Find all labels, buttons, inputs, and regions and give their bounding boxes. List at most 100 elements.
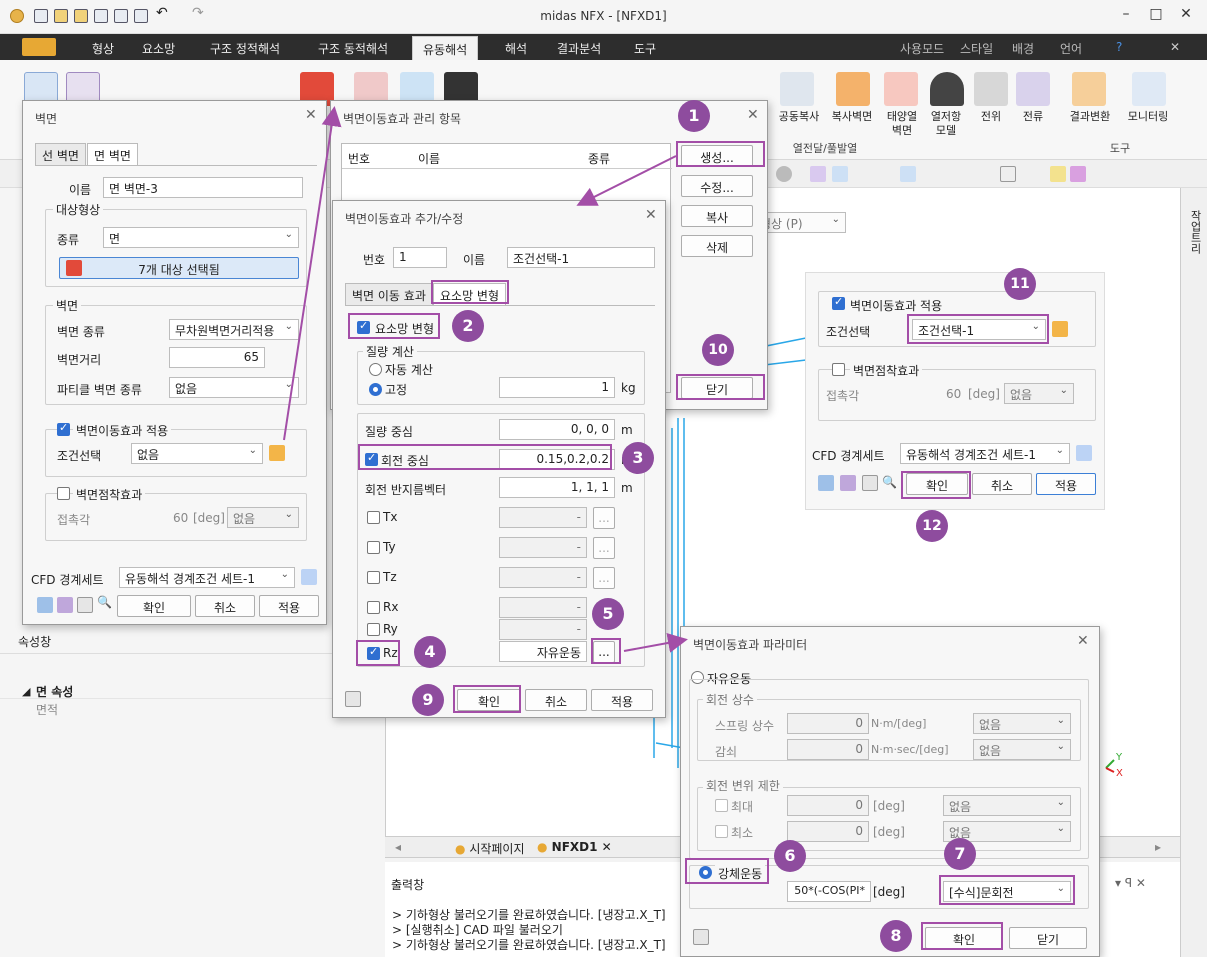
formula-input[interactable]: 50*(-COS(PI*: [787, 881, 871, 902]
radius-input[interactable]: 1, 1, 1: [499, 477, 615, 498]
max-input[interactable]: 0: [787, 795, 869, 816]
condition-edit-icon[interactable]: [269, 445, 285, 461]
ribbon-cavity-icon[interactable]: [780, 72, 814, 106]
type-select[interactable]: 면 ⌄: [103, 227, 299, 248]
particle-select[interactable]: 없음 ⌄: [169, 377, 299, 398]
right-cancel-button[interactable]: 취소: [972, 473, 1032, 495]
menu-cfd[interactable]: 유동해석: [412, 36, 479, 60]
dof-tz-input[interactable]: -: [499, 567, 587, 588]
panel-tool-icon-1[interactable]: [818, 475, 834, 491]
min-input[interactable]: 0: [787, 821, 869, 842]
view-icon-2[interactable]: [832, 166, 848, 182]
condition-edit-icon[interactable]: [1052, 321, 1068, 337]
dof-rx-input[interactable]: -: [499, 597, 587, 618]
copy-button[interactable]: 복사: [681, 205, 753, 227]
add-dialog-close-icon[interactable]: ✕: [645, 207, 657, 223]
cfd-icon[interactable]: [345, 691, 361, 707]
menu-tools[interactable]: 도구: [634, 40, 656, 57]
gear-icon[interactable]: [776, 166, 792, 182]
axis-icon[interactable]: [1050, 166, 1066, 182]
dof-ty-checkbox[interactable]: [367, 541, 380, 554]
modify-button[interactable]: 수정...: [681, 175, 753, 197]
wall-ok-button[interactable]: 확인: [117, 595, 191, 617]
dof-ty-more-button[interactable]: ...: [593, 537, 615, 559]
menu-result[interactable]: 결과분석: [557, 40, 601, 57]
spring-input[interactable]: 0: [787, 713, 869, 734]
dof-tx-checkbox[interactable]: [367, 511, 380, 524]
display-icon[interactable]: [900, 166, 916, 182]
dof-rx-checkbox[interactable]: [367, 601, 380, 614]
dof-ry-input[interactable]: -: [499, 619, 587, 640]
right-apply-button[interactable]: 적용: [1036, 473, 1096, 495]
tab-nfxd1[interactable]: ● NFXD1 ✕: [537, 840, 612, 854]
ribbon-thermal-icon[interactable]: [930, 72, 964, 106]
menu-shape[interactable]: 형상: [92, 40, 114, 57]
menu-style[interactable]: 스타일: [960, 40, 993, 57]
manage-dialog-close-icon[interactable]: ✕: [747, 107, 759, 123]
menu-language[interactable]: 언어: [1060, 40, 1082, 57]
wall-type-select[interactable]: 무차원벽면거리적용 ⌄: [169, 319, 299, 340]
grid-icon[interactable]: [1000, 166, 1016, 182]
min-checkbox[interactable]: [715, 825, 728, 838]
dof-tz-more-button[interactable]: ...: [593, 567, 615, 589]
menu-user-mode[interactable]: 사용모드: [900, 40, 944, 57]
wall-distance-input[interactable]: 65: [169, 347, 265, 368]
panel-tool-icon-2[interactable]: [840, 475, 856, 491]
menu-dynamic[interactable]: 구조 동적해석: [318, 40, 388, 57]
mass-input[interactable]: 1: [499, 377, 615, 398]
cfd-icon[interactable]: [862, 475, 878, 491]
tab-scroll-left-icon[interactable]: ◂: [395, 840, 401, 854]
work-tree-tab[interactable]: 작업트리: [1187, 210, 1203, 254]
cfd-icon[interactable]: [77, 597, 93, 613]
max-checkbox[interactable]: [715, 799, 728, 812]
condition-select[interactable]: 없음 ⌄: [131, 443, 263, 464]
param-dialog-close-icon[interactable]: ✕: [1077, 633, 1089, 649]
highlight-icon[interactable]: [1070, 166, 1086, 182]
cfd-set-select[interactable]: 유동해석 경계조건 세트-1 ⌄: [900, 443, 1070, 464]
menu-static[interactable]: 구조 정적해석: [210, 40, 280, 57]
app-menu-icon[interactable]: [22, 38, 56, 56]
number-input[interactable]: 1: [393, 247, 447, 268]
ribbon-potential-icon[interactable]: [974, 72, 1008, 106]
view-icon[interactable]: [810, 166, 826, 182]
dof-tx-more-button[interactable]: ...: [593, 507, 615, 529]
wall-cancel-button[interactable]: 취소: [195, 595, 255, 617]
max-select[interactable]: 없음 ⌄: [943, 795, 1071, 816]
close-window-icon[interactable]: ✕: [1176, 6, 1196, 22]
ribbon-solar-icon[interactable]: [884, 72, 918, 106]
adhesion-checkbox[interactable]: [57, 487, 70, 500]
dof-tx-input[interactable]: -: [499, 507, 587, 528]
dof-rz-input[interactable]: 자유운동: [499, 641, 587, 662]
ribbon-copy-wall-icon[interactable]: [836, 72, 870, 106]
tab-face-wall[interactable]: 면 벽면: [87, 143, 138, 165]
tab-scroll-right-icon[interactable]: ▸: [1155, 840, 1161, 854]
add-cancel-button[interactable]: 취소: [525, 689, 587, 711]
tab-line-wall[interactable]: 선 벽면: [35, 143, 86, 165]
tab-wall-motion[interactable]: 벽면 이동 효과: [345, 283, 433, 305]
menu-mesh[interactable]: 요소망: [142, 40, 175, 57]
name-input[interactable]: 면 벽면-3: [103, 177, 303, 198]
cfd-icon[interactable]: [693, 929, 709, 945]
add-apply-button[interactable]: 적용: [591, 689, 653, 711]
contact-angle-select[interactable]: 없음 ⌄: [227, 507, 299, 528]
name-input[interactable]: 조건선택-1: [507, 247, 655, 268]
tab-start-page[interactable]: ● 시작페이지: [455, 840, 525, 857]
mdi-close-icon[interactable]: ✕: [1170, 40, 1180, 54]
menu-background[interactable]: 배경: [1012, 40, 1034, 57]
dialog-tool-icon-2[interactable]: [57, 597, 73, 613]
dof-ty-input[interactable]: -: [499, 537, 587, 558]
search-icon[interactable]: 🔍: [97, 595, 113, 611]
delete-button[interactable]: 삭제: [681, 235, 753, 257]
adhesion-checkbox[interactable]: [832, 363, 845, 376]
contact-angle-select[interactable]: 없음 ⌄: [1004, 383, 1074, 404]
help-icon[interactable]: ?: [1116, 40, 1122, 54]
damping-select[interactable]: 없음 ⌄: [973, 739, 1071, 760]
motion-apply-checkbox[interactable]: [832, 295, 845, 310]
dialog-tool-icon-1[interactable]: [37, 597, 53, 613]
param-close-button[interactable]: 닫기: [1009, 927, 1087, 949]
cfd-set-icon[interactable]: [1076, 445, 1092, 461]
cfd-set-icon[interactable]: [301, 569, 317, 585]
dof-ry-checkbox[interactable]: [367, 623, 380, 636]
dof-tz-checkbox[interactable]: [367, 571, 380, 584]
spring-select[interactable]: 없음 ⌄: [973, 713, 1071, 734]
